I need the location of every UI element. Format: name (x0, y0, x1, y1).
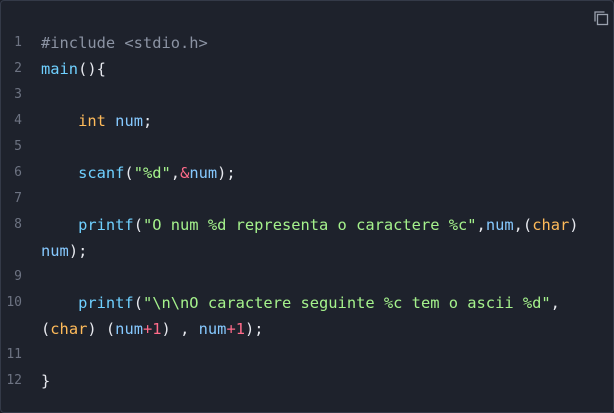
code-token-fn: main (41, 60, 79, 78)
code-token-p: ( (133, 216, 143, 234)
line-number: 12 (6, 373, 22, 388)
line-number: 2 (14, 61, 22, 76)
code-token-p (106, 112, 115, 130)
copy-button[interactable] (592, 9, 610, 27)
line-source: printf("O num %d representa o caractere … (41, 212, 611, 264)
code-token-num: 1 (152, 320, 162, 338)
line-source: #include <stdio.h> (41, 30, 208, 56)
line-number: 1 (14, 35, 22, 50)
line-source: main(){ (41, 56, 106, 82)
code-token-p: ); (68, 242, 88, 260)
code-token-p: } (41, 372, 51, 390)
code-token-var: num (115, 112, 143, 130)
line-number: 3 (14, 87, 22, 102)
code-token-p: ) ( (87, 320, 116, 338)
code-token-fn: printf (78, 216, 134, 234)
code-token-p: ); (217, 164, 236, 182)
code-token-p: ( (133, 294, 143, 312)
code-token-p: ) (569, 216, 579, 234)
code-line: 12} (1, 368, 613, 394)
line-number: 4 (14, 113, 22, 128)
code-line: 6 scanf("%d",&num); (1, 160, 613, 186)
code-token-type: char (532, 216, 570, 234)
code-token-op: + (226, 320, 236, 338)
code-token-str: "O num %d representa o caractere %c" (142, 216, 477, 234)
code-token-var: num (198, 320, 227, 338)
code-line: 5 (1, 134, 613, 160)
copy-icon (594, 11, 609, 26)
code-token-var: num (485, 216, 514, 234)
code-line: 3 (1, 82, 613, 108)
line-number: 9 (14, 269, 22, 284)
code-line: 10 printf("\n\nO caractere seguinte %c t… (1, 290, 613, 342)
code-line: 2 main(){ (1, 56, 613, 82)
code-listing: 1 #include <stdio.h> 2 main(){ 3 4 int num; 5 6… (1, 30, 613, 394)
line-number: 11 (6, 347, 22, 362)
code-token-p: (){ (78, 60, 106, 78)
line-number: 10 (6, 295, 22, 310)
code-line: 1 #include <stdio.h> (1, 30, 613, 56)
line-source: } (41, 368, 50, 394)
code-token-p: ( (124, 164, 134, 182)
line-source: int num; (41, 108, 152, 134)
code-token-p (41, 216, 78, 234)
code-token-op: & (180, 164, 190, 182)
code-token-op: + (142, 320, 153, 338)
line-number: 7 (14, 191, 22, 206)
code-token-p (41, 164, 78, 182)
code-token-kw: int (78, 112, 106, 130)
line-source: printf("\n\nO caractere seguinte %c tem … (41, 290, 611, 342)
code-token-p: ,( (513, 216, 533, 234)
code-line: 7 (1, 186, 613, 212)
code-token-p: , (476, 216, 486, 234)
code-token-pre: #include <stdio.h> (41, 34, 208, 52)
code-token-p: , (170, 164, 181, 182)
code-line: 4 int num; (1, 108, 613, 134)
code-token-p (41, 112, 78, 130)
code-line: 8 printf("O num %d representa o caracter… (1, 212, 613, 264)
code-token-p: ) , (161, 320, 199, 338)
line-number: 8 (14, 217, 22, 232)
code-token-p: ; (142, 112, 153, 130)
code-line: 9 (1, 264, 613, 290)
code-token-var: num (115, 320, 143, 338)
code-token-p: ); (245, 320, 264, 338)
code-token-str: "%d" (133, 164, 171, 182)
line-number: 6 (14, 165, 22, 180)
line-number: 5 (14, 139, 22, 154)
code-line: 11 (1, 342, 613, 368)
code-token-type: char (50, 320, 88, 338)
line-source: scanf("%d",&num); (41, 160, 236, 186)
code-token-var: num (41, 242, 69, 260)
code-token-str: "\n\nO caractere seguinte %c tem o ascii… (142, 294, 551, 312)
code-token-fn: scanf (78, 164, 125, 182)
code-token-fn: printf (78, 294, 134, 312)
code-token-p (41, 294, 78, 312)
code-block: 1 #include <stdio.h> 2 main(){ 3 4 int num; 5 6… (0, 0, 614, 413)
code-token-var: num (189, 164, 218, 182)
code-token-num: 1 (235, 320, 245, 338)
